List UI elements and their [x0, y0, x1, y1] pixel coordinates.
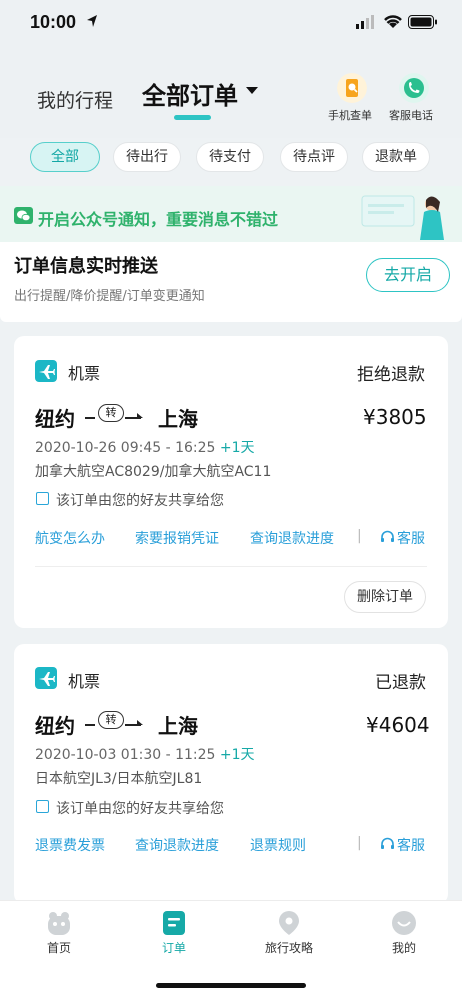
- route-destination: 上海: [158, 714, 198, 738]
- profile-face-icon[interactable]: [391, 910, 417, 936]
- order-type: 机票: [68, 672, 101, 691]
- notification-illustration-icon: [361, 195, 444, 240]
- flight-time-range: 2020-10-26 09:45 - 16:25: [35, 440, 216, 456]
- action-refund-rules[interactable]: 退票规则: [250, 835, 306, 855]
- flight-times: 2020-10-26 09:45 - 16:25 +1天: [35, 437, 255, 457]
- route-destination: 上海: [158, 407, 198, 431]
- plane-icon: [35, 360, 57, 382]
- tab-travel-guide[interactable]: 旅行攻略: [259, 939, 319, 956]
- card-divider: [35, 566, 427, 567]
- filter-pending-travel[interactable]: 待出行: [113, 142, 181, 172]
- flight-numbers: 日本航空JL3/日本航空JL81: [35, 771, 203, 787]
- wifi-icon: [384, 15, 402, 28]
- route-origin: 纽约: [35, 407, 75, 431]
- flight-times: 2020-10-03 01:30 - 11:25 +1天: [35, 744, 255, 764]
- action-refund-progress[interactable]: 查询退款进度: [250, 528, 334, 548]
- order-price: ¥3805: [363, 405, 427, 429]
- action-refund-progress[interactable]: 查询退款进度: [135, 835, 219, 855]
- tab-mine[interactable]: 我的: [374, 939, 434, 956]
- status-time: 10:00: [30, 12, 77, 32]
- share-icon: [36, 492, 49, 505]
- cellular-signal-icon: [356, 15, 374, 29]
- phone-search-icon[interactable]: [337, 73, 367, 103]
- customer-service-phone-icon[interactable]: [399, 73, 429, 103]
- order-status: 已退款: [375, 673, 426, 693]
- service-phone-label[interactable]: 客服电话: [389, 107, 433, 123]
- wechat-icon: [14, 207, 33, 224]
- action-customer-service[interactable]: 客服: [397, 528, 425, 548]
- headset-icon[interactable]: [380, 530, 395, 545]
- chevron-down-icon[interactable]: [246, 87, 258, 94]
- active-tab-indicator: [174, 115, 211, 120]
- location-arrow-icon: [87, 15, 97, 27]
- tab-my-trips[interactable]: 我的行程: [37, 86, 113, 113]
- action-customer-service[interactable]: 客服: [397, 835, 425, 855]
- orders-icon[interactable]: [162, 910, 186, 936]
- transfer-badge: 转: [98, 404, 124, 422]
- home-indicator: [156, 983, 306, 988]
- headset-icon[interactable]: [380, 837, 395, 852]
- tab-all-orders[interactable]: 全部订单: [142, 76, 238, 111]
- share-icon: [36, 800, 49, 813]
- action-flight-change[interactable]: 航变怎么办: [35, 528, 105, 548]
- phone-check-label[interactable]: 手机查单: [328, 107, 372, 123]
- order-type: 机票: [68, 364, 101, 383]
- map-pin-icon[interactable]: [277, 910, 301, 936]
- transfer-badge: 转: [98, 711, 124, 729]
- tab-home[interactable]: 首页: [29, 939, 89, 956]
- plus-day: +1天: [219, 747, 255, 763]
- action-separator: |: [357, 835, 362, 851]
- battery-icon: [408, 15, 437, 29]
- plane-icon: [35, 667, 57, 689]
- filter-pending-review[interactable]: 待点评: [280, 142, 348, 172]
- plus-day: +1天: [219, 440, 255, 456]
- flight-numbers: 加拿大航空AC8029/加拿大航空AC11: [35, 464, 272, 480]
- home-mascot-icon[interactable]: [45, 910, 73, 936]
- route-origin: 纽约: [35, 714, 75, 738]
- tab-orders[interactable]: 订单: [144, 939, 204, 956]
- wechat-notice-title[interactable]: 开启公众号通知，重要消息不错过: [38, 206, 278, 230]
- filter-all[interactable]: 全部: [30, 142, 100, 172]
- action-separator: |: [357, 528, 362, 544]
- flight-time-range: 2020-10-03 01:30 - 11:25: [35, 747, 216, 763]
- filter-pending-payment[interactable]: 待支付: [196, 142, 264, 172]
- action-request-invoice[interactable]: 索要报销凭证: [135, 528, 219, 548]
- delete-order-button[interactable]: 删除订单: [344, 581, 426, 613]
- push-subtitle: 出行提醒/降价提醒/订单变更通知: [14, 289, 205, 304]
- filter-refunds[interactable]: 退款单: [362, 142, 430, 172]
- order-status: 拒绝退款: [357, 365, 425, 385]
- push-title: 订单信息实时推送: [14, 256, 158, 277]
- share-note: 该订单由您的好友共享给您: [56, 801, 224, 817]
- action-refund-invoice[interactable]: 退票费发票: [35, 835, 105, 855]
- share-note: 该订单由您的好友共享给您: [56, 493, 224, 509]
- enable-push-button[interactable]: 去开启: [366, 258, 450, 292]
- order-price: ¥4604: [366, 713, 430, 737]
